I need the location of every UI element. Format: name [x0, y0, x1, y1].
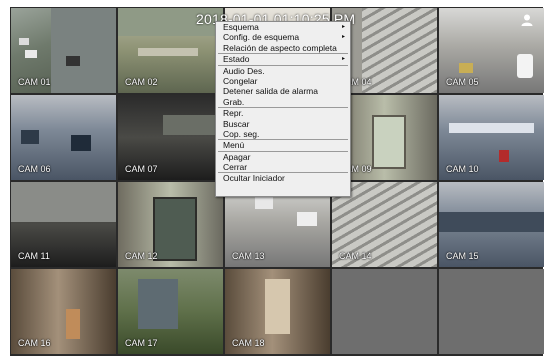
menu-item-apagar[interactable]: Apagar — [216, 152, 350, 162]
menu-item-config-esquema[interactable]: Config. de esquema ▸ — [216, 32, 350, 42]
menu-item-congelar[interactable]: Congelar — [216, 76, 350, 86]
camera-label: CAM 07 — [125, 164, 158, 174]
camera-label: CAM 15 — [446, 251, 479, 261]
menu-item-aspect-ratio[interactable]: Relación de aspecto completa — [216, 43, 350, 53]
camera-label: CAM 18 — [232, 338, 265, 348]
menu-item-repr[interactable]: Repr. — [216, 108, 350, 118]
camera-label: CAM 01 — [18, 77, 51, 87]
submenu-arrow-icon: ▸ — [341, 24, 345, 30]
camera-label: CAM 02 — [125, 77, 158, 87]
camera-tile[interactable]: CAM 15 — [439, 182, 544, 267]
camera-tile[interactable]: CAM 11 — [11, 182, 116, 267]
submenu-arrow-icon: ▸ — [341, 34, 345, 41]
camera-label: CAM 12 — [125, 251, 158, 261]
camera-label: CAM 10 — [446, 164, 479, 174]
camera-tile[interactable]: CAM 18 — [225, 269, 330, 354]
context-menu: Esquema ▸ Config. de esquema ▸ Relación de… — [215, 21, 351, 197]
menu-item-menu[interactable]: Menú — [216, 140, 350, 150]
camera-label: CAM 14 — [339, 251, 372, 261]
camera-label: CAM 06 — [18, 164, 51, 174]
camera-label: CAM 05 — [446, 77, 479, 87]
menu-item-ocultar-iniciador[interactable]: Ocultar Iniciador — [216, 173, 350, 183]
empty-tile — [332, 269, 437, 354]
empty-tile — [439, 269, 544, 354]
submenu-arrow-icon: ▸ — [341, 56, 345, 63]
menu-item-esquema[interactable]: Esquema ▸ — [216, 22, 350, 32]
camera-tile[interactable]: CAM 01 — [11, 8, 116, 93]
camera-label: CAM 11 — [18, 251, 50, 261]
menu-item-grab[interactable]: Grab. — [216, 97, 350, 107]
camera-label: CAM 17 — [125, 338, 158, 348]
menu-item-buscar[interactable]: Buscar — [216, 119, 350, 129]
menu-item-estado[interactable]: Estado ▸ — [216, 54, 350, 64]
camera-tile[interactable]: CAM 17 — [118, 269, 223, 354]
camera-tile[interactable]: CAM 06 — [11, 95, 116, 180]
menu-item-cerrar[interactable]: Cerrar — [216, 162, 350, 172]
camera-tile[interactable]: CAM 07 — [118, 95, 223, 180]
menu-item-cop-seg[interactable]: Cop. seg. — [216, 129, 350, 139]
camera-tile[interactable]: CAM 16 — [11, 269, 116, 354]
user-icon[interactable] — [520, 13, 534, 27]
camera-label: CAM 16 — [18, 338, 51, 348]
camera-tile[interactable]: CAM 10 — [439, 95, 544, 180]
menu-item-audio[interactable]: Audio Des. — [216, 66, 350, 76]
camera-label: CAM 13 — [232, 251, 265, 261]
camera-tile[interactable]: CAM 12 — [118, 182, 223, 267]
menu-item-detener-alarma[interactable]: Detener salida de alarma — [216, 86, 350, 96]
